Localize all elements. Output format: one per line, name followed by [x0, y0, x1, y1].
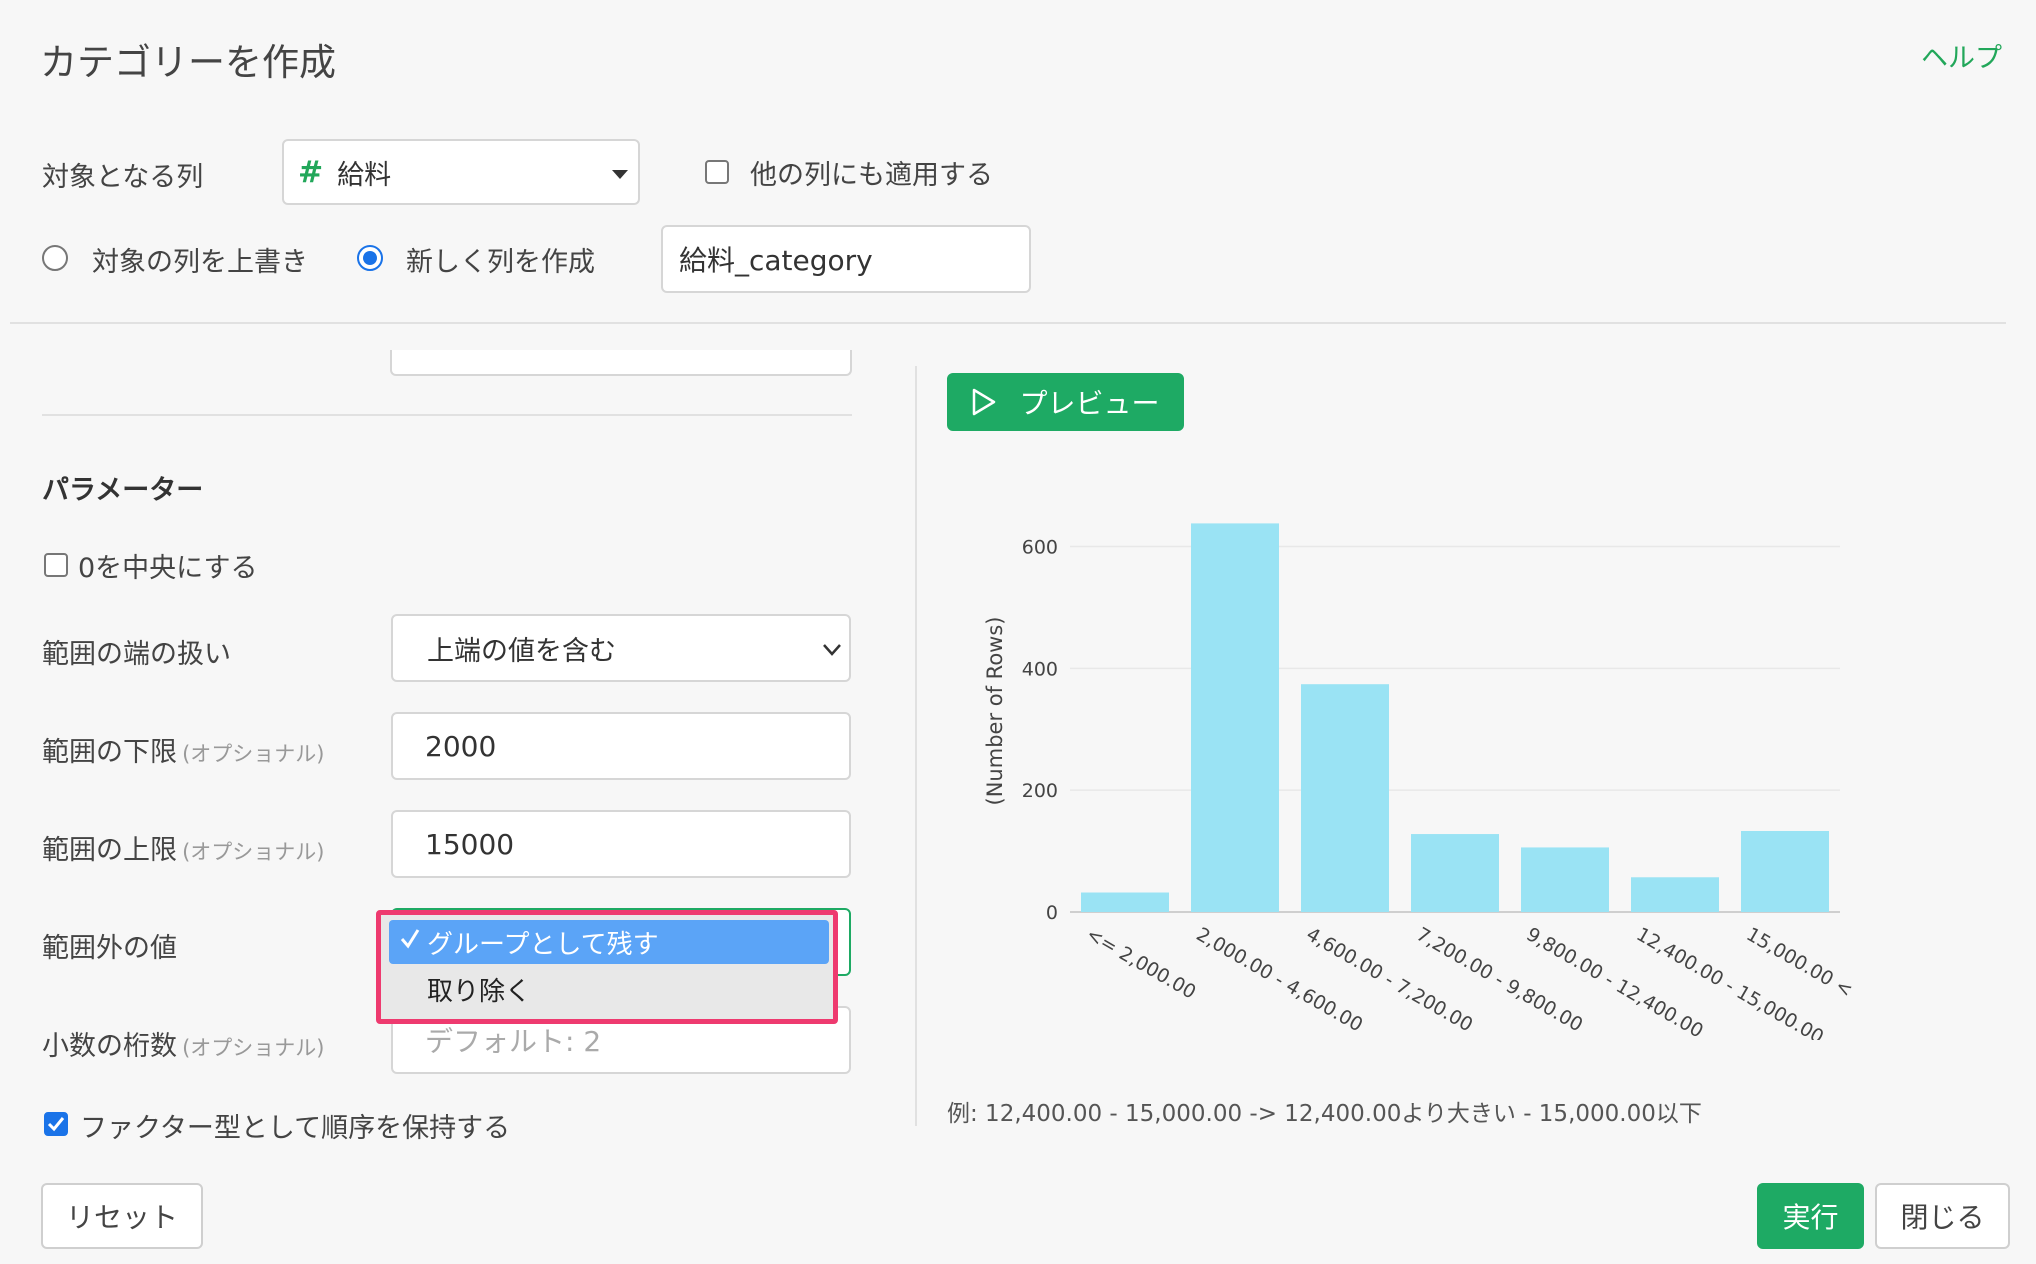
dropdown-option-keep[interactable]: グループとして残す [389, 920, 829, 964]
lower-value: 2000 [425, 729, 497, 763]
bar[interactable] [1301, 684, 1389, 912]
upper-value: 15000 [425, 827, 515, 861]
preview-button[interactable]: プレビュー [947, 373, 1184, 431]
panel-divider [915, 366, 917, 1126]
new-column-label: 新しく列を作成 [406, 247, 595, 278]
decimals-optional: (オプショナル) [182, 1036, 325, 1060]
decimals-label-group: 小数の桁数 (オプショナル) [42, 1024, 324, 1063]
center-zero-label: 0を中央にする [78, 553, 258, 584]
bar[interactable] [1081, 892, 1169, 912]
bar[interactable] [1741, 830, 1829, 912]
overwrite-label: 対象の列を上書き [92, 247, 308, 278]
lower-optional: (オプショナル) [182, 742, 325, 766]
new-column-radio[interactable] [357, 245, 383, 271]
apply-others-checkbox[interactable] [705, 160, 729, 184]
factor-label: ファクター型として順序を保持する [80, 1113, 511, 1144]
bar[interactable] [1191, 523, 1279, 912]
y-tick-label: 600 [1022, 537, 1058, 559]
upper-label: 範囲の上限 [42, 835, 177, 866]
y-axis-label: (Number of Rows) [983, 617, 1007, 806]
reset-button[interactable]: リセット [41, 1183, 203, 1249]
overwrite-radio[interactable] [42, 245, 68, 271]
upper-label-group: 範囲の上限 (オプショナル) [42, 828, 324, 867]
example-text: 例: 12,400.00 - 15,000.00 -> 12,400.00より大… [947, 1101, 1702, 1127]
scrolled-field-remnant [390, 350, 852, 376]
header-divider [10, 322, 2006, 324]
center-zero-checkbox[interactable] [44, 553, 68, 577]
dropdown-option-remove[interactable]: 取り除く [389, 967, 829, 1011]
dropdown-option-remove-label: 取り除く [427, 976, 532, 1007]
factor-checkbox[interactable] [44, 1112, 68, 1136]
decimals-placeholder: デフォルト: 2 [425, 1025, 602, 1058]
params-divider [42, 414, 852, 416]
upper-input[interactable]: 15000 [391, 810, 851, 878]
bar[interactable] [1411, 834, 1499, 912]
upper-optional: (オプショナル) [182, 840, 325, 864]
edge-label: 範囲の端の扱い [42, 639, 231, 670]
x-tick-label: 9,800.00 - 12,400.00 [1523, 923, 1707, 1040]
x-tick-label: <= 2,000.00 [1083, 923, 1200, 1003]
outside-dropdown-list: グループとして残す 取り除く [376, 910, 838, 1024]
bar[interactable] [1521, 847, 1609, 912]
numeric-column-icon: # [298, 154, 324, 190]
edge-select-value: 上端の値を含む [427, 635, 616, 667]
close-button[interactable]: 閉じる [1875, 1183, 2010, 1249]
lower-label: 範囲の下限 [42, 737, 177, 768]
edge-select[interactable]: 上端の値を含む [391, 614, 851, 682]
apply-others-label: 他の列にも適用する [750, 160, 993, 191]
histogram-chart: 0200400600(Number of Rows)<= 2,000.002,0… [983, 523, 1856, 1040]
lower-label-group: 範囲の下限 (オプショナル) [42, 730, 324, 769]
y-tick-label: 200 [1022, 780, 1058, 802]
bar[interactable] [1631, 877, 1719, 912]
y-tick-label: 400 [1022, 658, 1058, 680]
target-column-select[interactable]: # 給料 [282, 139, 640, 205]
decimals-label: 小数の桁数 [42, 1031, 177, 1062]
dropdown-option-keep-label: グループとして残す [427, 929, 659, 960]
chevron-down-icon [823, 644, 841, 656]
play-icon [973, 388, 996, 416]
new-column-name-value: 給料_category [679, 244, 873, 277]
lower-input[interactable]: 2000 [391, 712, 851, 780]
preview-button-label: プレビュー [1019, 387, 1160, 420]
caret-down-icon [612, 170, 628, 179]
target-column-value: 給料 [337, 159, 392, 191]
params-heading: パラメーター [42, 475, 204, 506]
checkmark-icon [400, 929, 420, 949]
run-button[interactable]: 実行 [1757, 1183, 1864, 1249]
checkmark-icon [47, 1117, 65, 1132]
y-tick-label: 0 [1046, 902, 1058, 924]
dialog-title: カテゴリーを作成 [40, 41, 336, 84]
outside-label: 範囲外の値 [42, 933, 177, 964]
target-column-label: 対象となる列 [42, 162, 204, 193]
new-column-name-input[interactable]: 給料_category [661, 225, 1031, 293]
help-link[interactable]: ヘルプ [1921, 36, 2002, 75]
